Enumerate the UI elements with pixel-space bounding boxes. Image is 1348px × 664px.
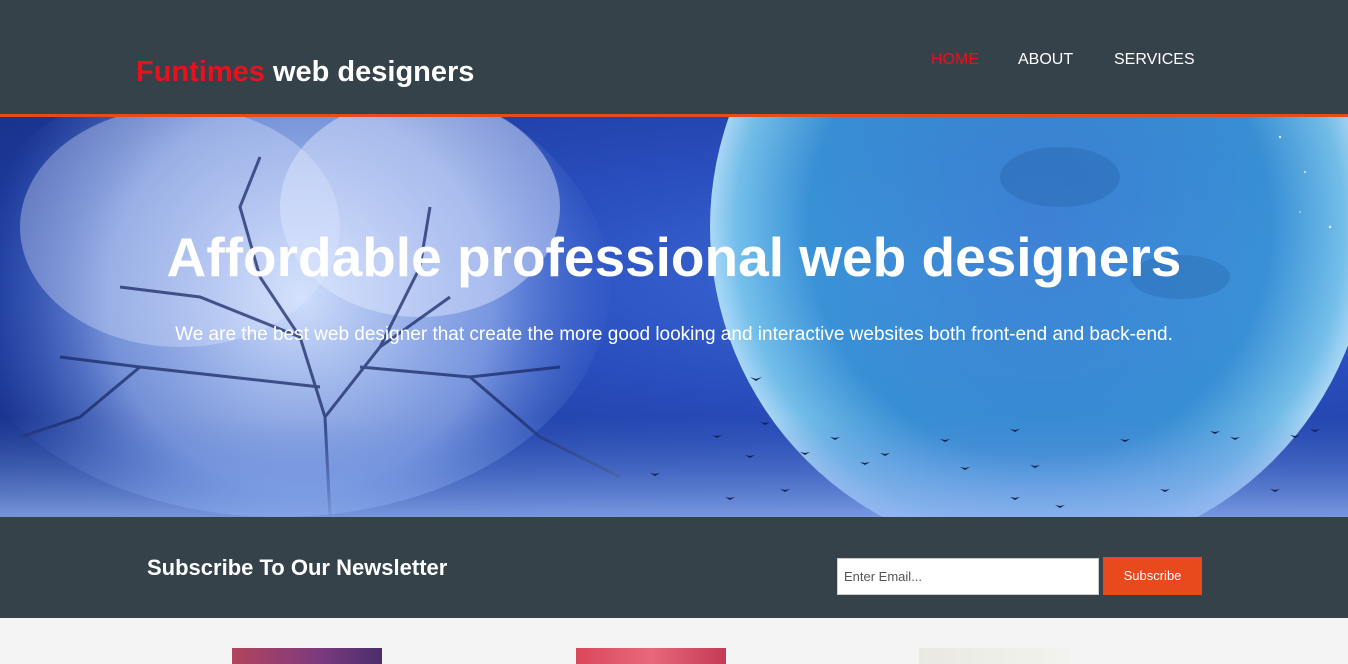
nav-home-link[interactable]: HOME [931,50,979,70]
subscribe-button[interactable]: Subscribe [1103,557,1202,595]
nav-services-link[interactable]: SERVICES [1114,50,1195,70]
box-image-2 [576,648,726,664]
box-image-3 [919,648,1069,664]
box-image-1 [232,648,382,664]
nav-about-link[interactable]: ABOUT [1018,50,1073,70]
boxes-section [0,618,1348,664]
newsletter-section: Subscribe To Our Newsletter Subscribe [0,517,1348,618]
site-header: Funtimes web designers HOME ABOUT SERVIC… [0,0,1348,114]
hero-subheading: We are the best web designer that create… [175,324,1173,345]
showcase-hero: Affordable professional web designers We… [0,117,1348,517]
hero-background-image [0,117,1348,517]
main-nav: HOME ABOUT SERVICES [0,50,1348,72]
hero-heading: Affordable professional web designers [166,226,1182,288]
newsletter-title: Subscribe To Our Newsletter [147,555,448,580]
email-input[interactable] [837,558,1099,595]
